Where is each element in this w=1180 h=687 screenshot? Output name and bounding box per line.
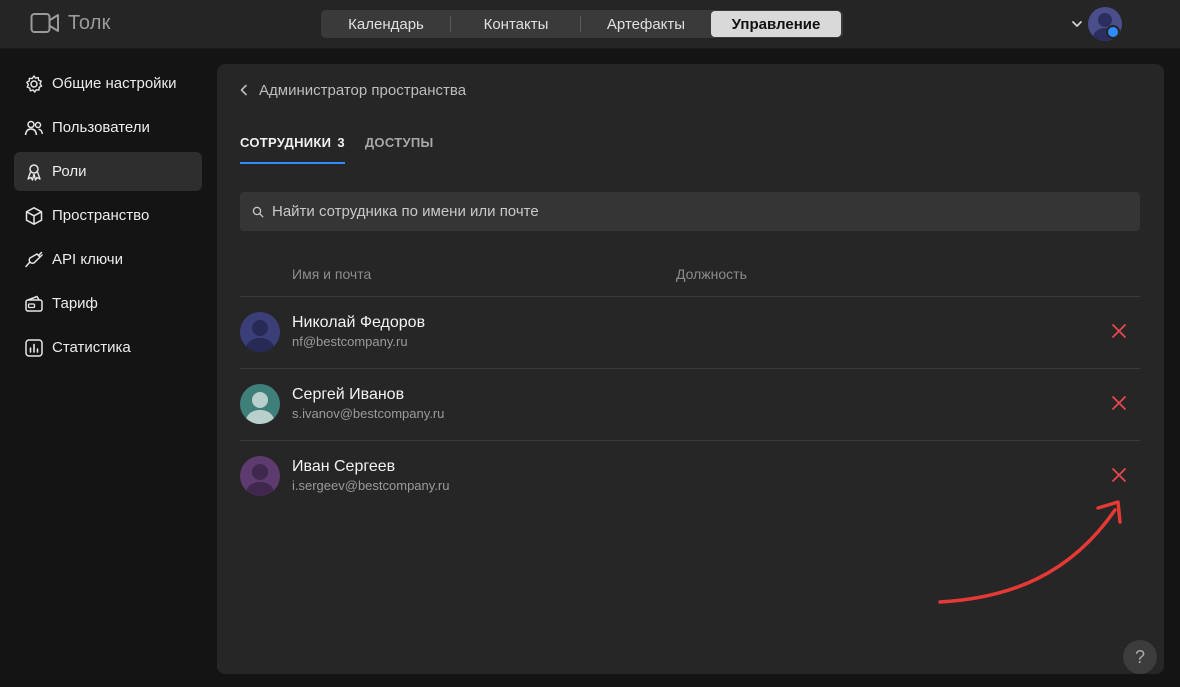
tab-label: ДОСТУПЫ: [364, 135, 434, 150]
tab-contacts[interactable]: Контакты: [451, 10, 581, 38]
tab-employees[interactable]: СОТРУДНИКИ 3: [240, 132, 345, 164]
sidebar-item-label: Статистика: [52, 339, 131, 356]
online-status-dot: [1106, 25, 1120, 39]
avatar-person-icon: [240, 312, 280, 352]
employee-name: Иван Сергеев: [292, 458, 396, 475]
employee-email: nf@bestcompany.ru: [292, 334, 408, 349]
top-bar: Толк Календарь Контакты Артефакты Управл…: [0, 0, 1180, 49]
search-box[interactable]: [240, 192, 1140, 231]
column-name-email: Имя и почта: [292, 266, 372, 282]
help-button[interactable]: ?: [1123, 640, 1157, 674]
remove-employee-icon[interactable]: [1110, 322, 1128, 340]
sidebar: Общие настройки Пользователи Роли Простр…: [14, 64, 202, 372]
avatar-person-icon: [240, 384, 280, 424]
table-row: Иван Сергеев i.sergeev@bestcompany.ru: [240, 440, 1140, 512]
sidebar-item-roles[interactable]: Роли: [14, 152, 202, 191]
table-header: Имя и почта Должность: [240, 264, 1140, 297]
employee-name: Николай Федоров: [292, 314, 426, 331]
table-row: Николай Федоров nf@bestcompany.ru: [240, 296, 1140, 369]
app-name: Толк: [68, 11, 111, 34]
sidebar-item-general-settings[interactable]: Общие настройки: [14, 64, 202, 103]
sidebar-item-label: Тариф: [52, 295, 98, 312]
search-input[interactable]: [270, 202, 1124, 221]
sidebar-item-api-keys[interactable]: API ключи: [14, 240, 202, 279]
main-panel: Администратор пространства СОТРУДНИКИ 3 Д…: [217, 64, 1164, 674]
table-row: Сергей Иванов s.ivanov@bestcompany.ru: [240, 368, 1140, 441]
remove-employee-icon[interactable]: [1110, 466, 1128, 484]
employee-name: Сергей Иванов: [292, 386, 405, 403]
column-position: Должность: [676, 266, 747, 282]
roles-icon: [27, 163, 41, 181]
sidebar-item-statistics[interactable]: Статистика: [14, 328, 202, 367]
user-avatar[interactable]: [1088, 7, 1122, 41]
chart-icon: [25, 338, 43, 357]
employee-email: i.sergeev@bestcompany.ru: [292, 478, 450, 493]
gear-icon: [26, 74, 43, 93]
back-link[interactable]: Администратор пространства: [239, 80, 466, 100]
avatar-person-icon: [240, 456, 280, 496]
page-title: Администратор пространства: [259, 81, 467, 99]
sidebar-item-users[interactable]: Пользователи: [14, 108, 202, 147]
sidebar-item-label: Общие настройки: [52, 75, 177, 92]
avatar: [240, 384, 280, 424]
camera-logo-icon: [30, 13, 59, 33]
employee-email: s.ivanov@bestcompany.ru: [292, 406, 445, 421]
search-icon: [252, 206, 264, 217]
chevron-down-icon[interactable]: [1070, 17, 1084, 31]
sidebar-item-label: Пространство: [52, 207, 150, 224]
chevron-left-icon: [240, 84, 247, 96]
user-menu[interactable]: [1070, 6, 1122, 42]
users-icon: [24, 120, 44, 135]
api-key-icon: [25, 251, 43, 267]
tab-artifacts[interactable]: Артефакты: [581, 10, 711, 38]
tab-management[interactable]: Управление: [711, 11, 841, 37]
wallet-icon: [25, 295, 43, 312]
sidebar-item-label: Роли: [52, 163, 87, 180]
content-tabs: СОТРУДНИКИ 3 ДОСТУПЫ: [240, 132, 434, 164]
sidebar-item-label: Пользователи: [52, 119, 150, 136]
employees-count: 3: [337, 135, 345, 150]
avatar: [240, 312, 280, 352]
top-navigation: Календарь Контакты Артефакты Управление: [321, 10, 843, 38]
remove-employee-icon[interactable]: [1110, 394, 1128, 412]
tab-label: СОТРУДНИКИ: [240, 135, 332, 150]
sidebar-item-tariff[interactable]: Тариф: [14, 284, 202, 323]
cube-icon: [25, 206, 43, 225]
app-logo[interactable]: Толк: [30, 11, 111, 35]
avatar: [240, 456, 280, 496]
tab-accesses[interactable]: ДОСТУПЫ: [365, 132, 434, 164]
sidebar-item-space[interactable]: Пространство: [14, 196, 202, 235]
sidebar-item-label: API ключи: [52, 251, 123, 268]
tab-calendar[interactable]: Календарь: [321, 10, 451, 38]
